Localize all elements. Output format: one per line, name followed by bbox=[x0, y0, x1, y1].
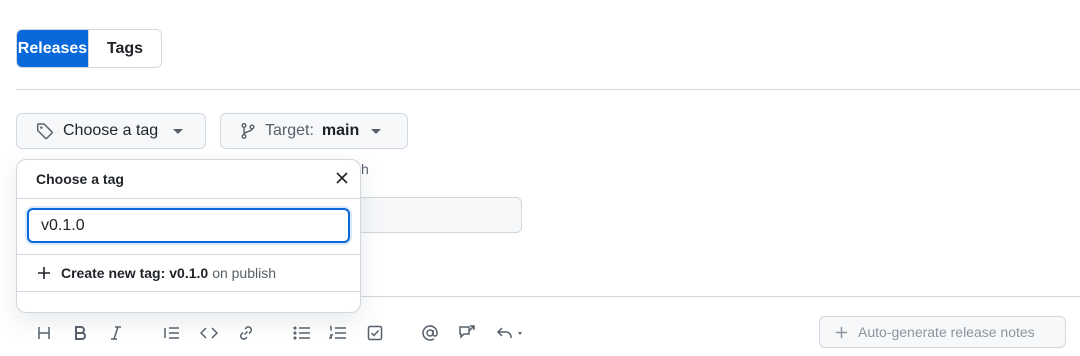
create-tag-suffix: on publish bbox=[212, 265, 277, 281]
divider bbox=[16, 89, 1080, 90]
chevron-down-icon bbox=[173, 128, 184, 134]
choose-tag-popover: Choose a tag Create new tag: v0.1.0 on p… bbox=[16, 159, 361, 313]
saved-replies-icon[interactable] bbox=[496, 324, 528, 342]
mention-icon[interactable] bbox=[421, 324, 439, 342]
release-tag-tabs: Releases Tags bbox=[16, 29, 162, 68]
code-icon[interactable] bbox=[200, 324, 218, 342]
plus-icon bbox=[37, 266, 51, 280]
link-icon[interactable] bbox=[237, 324, 255, 342]
target-branch-value: main bbox=[321, 122, 360, 139]
target-branch-button[interactable]: Target: main bbox=[220, 113, 408, 149]
popover-title: Choose a tag bbox=[36, 171, 124, 187]
target-prefix: Target: bbox=[265, 122, 314, 139]
tab-releases[interactable]: Releases bbox=[17, 30, 88, 67]
auto-generate-release-notes-button[interactable]: Auto-generate release notes bbox=[819, 316, 1066, 348]
auto-generate-label: Auto-generate release notes bbox=[858, 324, 1035, 340]
choose-tag-button[interactable]: Choose a tag bbox=[16, 113, 206, 149]
unordered-list-icon[interactable] bbox=[293, 324, 311, 342]
tab-tags[interactable]: Tags bbox=[88, 30, 161, 67]
popover-header: Choose a tag bbox=[17, 160, 360, 199]
tag-icon bbox=[36, 122, 54, 140]
tag-search-input[interactable] bbox=[27, 208, 350, 243]
close-icon[interactable] bbox=[335, 171, 349, 185]
create-new-tag-option[interactable]: Create new tag: v0.1.0 on publish bbox=[17, 255, 360, 291]
popover-divider bbox=[17, 291, 360, 292]
create-tag-name: v0.1.0 bbox=[169, 265, 209, 281]
task-list-icon[interactable] bbox=[366, 324, 384, 342]
branch-hint-text: h bbox=[361, 161, 369, 177]
git-branch-icon bbox=[240, 122, 256, 140]
plus-icon bbox=[835, 326, 848, 339]
quote-icon[interactable] bbox=[163, 324, 181, 342]
choose-tag-label: Choose a tag bbox=[63, 122, 159, 139]
create-tag-prefix: Create new tag: bbox=[61, 265, 166, 281]
chevron-down-icon bbox=[371, 128, 382, 134]
bold-icon[interactable] bbox=[71, 324, 89, 342]
heading-icon[interactable] bbox=[35, 324, 53, 342]
italic-icon[interactable] bbox=[107, 324, 125, 342]
ordered-list-icon[interactable] bbox=[329, 324, 347, 342]
cross-reference-icon[interactable] bbox=[458, 324, 476, 342]
